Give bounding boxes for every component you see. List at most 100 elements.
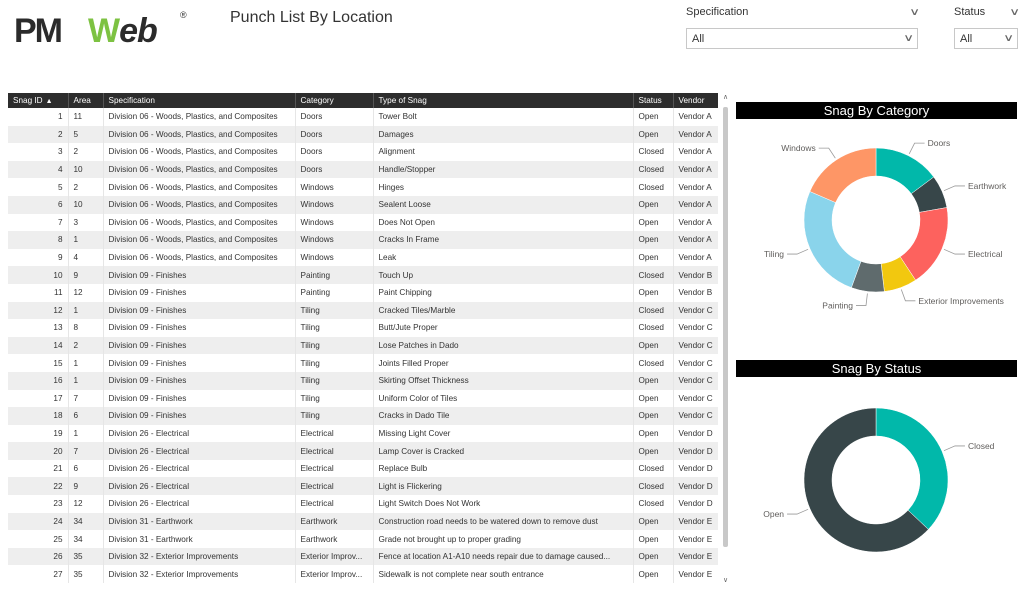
cell-specification: Division 26 - Electrical <box>102 442 295 460</box>
table-scrollbar[interactable]: ∧ ∨ <box>721 93 730 589</box>
cell-area: 4 <box>67 248 103 267</box>
table-row[interactable]: 25 34 Division 31 - Earthwork Earthwork Grad… <box>8 530 718 548</box>
cell-snag-id: 6 <box>8 195 68 214</box>
cell-area: 6 <box>67 407 103 425</box>
cell-vendor: Vendor C <box>672 407 718 425</box>
column-header-specification[interactable]: Specification <box>102 93 295 108</box>
table-row[interactable]: 8 1 Division 06 - Woods, Plastics, and Com… <box>8 231 718 249</box>
cell-area: 34 <box>67 530 103 548</box>
cell-snag-id: 15 <box>53 358 63 368</box>
cell-vendor: Vendor A <box>672 125 718 144</box>
cell-status: Closed <box>632 319 673 337</box>
table-row[interactable]: 24 34 Division 31 - Earthwork Earthwork Cons… <box>8 512 718 531</box>
scroll-up-icon[interactable]: ∧ <box>721 93 730 103</box>
cell-category: Electrical <box>294 477 373 496</box>
data-label-open: Open <box>763 509 784 519</box>
cell-area: 1 <box>67 354 103 372</box>
logo-eb: eb <box>119 12 158 50</box>
cell-category: Windows <box>294 248 373 267</box>
column-header-vendor[interactable]: Vendor <box>672 93 718 108</box>
scrollbar-thumb[interactable] <box>723 107 728 547</box>
table-row[interactable]: 10 9 Division 09 - Finishes Painting Touch U… <box>8 266 718 284</box>
scroll-down-icon[interactable]: ∨ <box>721 576 730 586</box>
cell-category: Tiling <box>294 354 373 372</box>
data-label-exterior-improvements: Exterior Improvements <box>918 296 1004 306</box>
cell-category: Electrical <box>294 424 373 443</box>
cell-type-of-snag: Replace Bulb <box>372 459 633 478</box>
cell-snag-id: 22 <box>8 477 68 496</box>
table-row[interactable]: 20 7 Division 26 - Electrical Electrical Lam… <box>8 442 718 460</box>
table-row[interactable]: 26 35 Division 32 - Exterior Improvements E… <box>8 547 718 566</box>
cell-type-of-snag: Leak <box>372 248 633 267</box>
status-dropdown[interactable]: All ∨ <box>954 28 1018 49</box>
specification-label: Specification <box>686 6 749 18</box>
table-row[interactable]: 21 6 Division 26 - Electrical Electrical Rep… <box>8 459 718 478</box>
cell-vendor: Vendor C <box>672 389 718 408</box>
table-row[interactable]: 19 1 Division 26 - Electrical Electrical Mis… <box>8 424 718 443</box>
donut-slice-windows[interactable] <box>809 147 877 203</box>
cell-category: Exterior Improv... <box>294 565 373 584</box>
specification-dropdown[interactable]: All ∨ <box>686 28 918 49</box>
column-header-category[interactable]: Category <box>294 93 373 108</box>
cell-vendor: Vendor A <box>672 248 718 267</box>
leader-line-windows <box>818 147 836 159</box>
cell-area: 3 <box>67 213 103 232</box>
donut-slice-closed[interactable] <box>875 407 949 530</box>
chevron-down-icon[interactable]: ∨ <box>1009 7 1020 18</box>
cell-status: Closed <box>632 459 673 478</box>
table-row[interactable]: 5 2 Division 06 - Woods, Plastics, and Com… <box>8 178 718 196</box>
donut-slice-tiling[interactable] <box>803 191 862 288</box>
column-header-area[interactable]: Area <box>67 93 103 108</box>
table-row[interactable]: 15 1 Division 09 - Finishes Tiling Joints Fi… <box>8 354 718 372</box>
cell-specification: Division 06 - Woods, Plastics, and Compo… <box>102 248 295 267</box>
cell-snag-id: 24 <box>8 512 68 531</box>
cell-vendor: Vendor A <box>672 178 718 196</box>
table-row[interactable]: 11 12 Division 09 - Finishes Painting Paint … <box>8 283 718 302</box>
table-row[interactable]: 4 10 Division 06 - Woods, Plastics, and Co… <box>8 160 718 179</box>
cell-area: 35 <box>67 565 103 584</box>
table-row[interactable]: 2 5 Division 06 - Woods, Plastics, and Com… <box>8 125 718 144</box>
punch-list-table: Snag ID ▲ Area Specification Category Typ… <box>8 93 718 589</box>
table-row[interactable]: 22 9 Division 26 - Electrical Electrical Lig… <box>8 477 718 496</box>
cell-status: Open <box>632 213 673 232</box>
cell-type-of-snag: Missing Light Cover <box>372 424 633 443</box>
column-header-type-of-snag[interactable]: Type of Snag <box>372 93 633 108</box>
status-slicer-header[interactable]: Status ∨ <box>954 4 1020 20</box>
table-row[interactable]: 3 2 Division 06 - Woods, Plastics, and Com… <box>8 143 718 161</box>
table-row[interactable]: 12 1 Division 09 - Finishes Tiling Cracked T… <box>8 301 718 320</box>
specification-slicer-header[interactable]: Specification ∨ <box>686 4 920 20</box>
chevron-down-icon[interactable]: ∨ <box>909 7 920 18</box>
column-header-status[interactable]: Status <box>632 93 673 108</box>
cell-snag-id: 4 <box>8 160 68 179</box>
table-row[interactable]: 13 8 Division 09 - Finishes Tiling Butt/Jute… <box>8 319 718 337</box>
cell-type-of-snag: Handle/Stopper <box>372 160 633 179</box>
table-row[interactable]: 14 2 Division 09 - Finishes Tiling Lose Patc… <box>8 336 718 355</box>
column-header-snag-id[interactable]: Snag ID ▲ <box>8 93 68 108</box>
table-row[interactable]: 17 7 Division 09 - Finishes Tiling Uniform C… <box>8 389 718 408</box>
table-row[interactable]: 16 1 Division 09 - Finishes Tiling Skirting … <box>8 371 718 390</box>
cell-status: Open <box>632 283 673 302</box>
cell-category: Tiling <box>294 389 373 408</box>
cell-type-of-snag: Paint Chipping <box>372 283 633 302</box>
cell-type-of-snag: Cracks in Dado Tile <box>372 407 633 425</box>
cell-type-of-snag: Cracked Tiles/Marble <box>372 301 633 320</box>
table-row[interactable]: 18 6 Division 09 - Finishes Tiling Cracks in… <box>8 407 718 425</box>
table-row[interactable]: 27 35 Division 32 - Exterior Improvements E… <box>8 565 718 584</box>
cell-vendor: Vendor A <box>672 195 718 214</box>
leader-line-closed <box>943 445 965 452</box>
cell-area: 9 <box>67 266 103 284</box>
table-row[interactable]: 9 4 Division 06 - Woods, Plastics, and Com… <box>8 248 718 267</box>
cell-type-of-snag: Uniform Color of Tiles <box>372 389 633 408</box>
table-row[interactable]: 23 12 Division 26 - Electrical Electrical Li… <box>8 495 718 513</box>
cell-area: 7 <box>67 389 103 408</box>
cell-area: 6 <box>67 459 103 478</box>
cell-specification: Division 06 - Woods, Plastics, and Compo… <box>102 178 295 196</box>
table-row[interactable]: 7 3 Division 06 - Woods, Plastics, and Com… <box>8 213 718 232</box>
cell-status: Closed <box>632 477 673 496</box>
table-row[interactable]: 6 10 Division 06 - Woods, Plastics, and Co… <box>8 195 718 214</box>
logo-web: Web <box>88 12 158 51</box>
specification-slicer: Specification ∨ All ∨ <box>686 4 920 49</box>
cell-category: Earthwork <box>294 512 373 531</box>
page-title: Punch List By Location <box>230 9 393 26</box>
table-row[interactable]: 1 11 Division 06 - Woods, Plastics, and Co… <box>8 108 718 126</box>
